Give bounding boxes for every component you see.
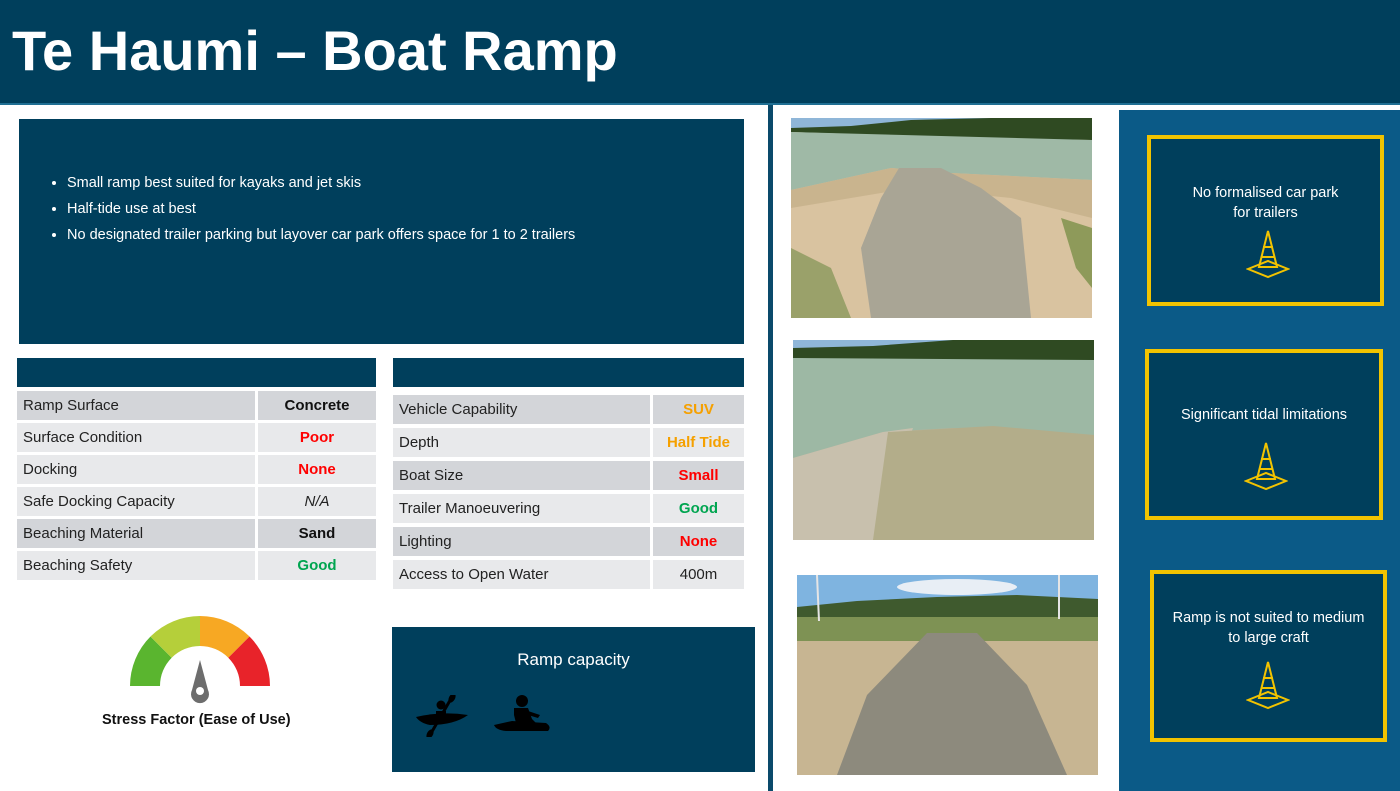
left-table-header (17, 358, 376, 387)
row-label: Docking (17, 455, 255, 484)
row-label: Surface Condition (17, 423, 255, 452)
table-row: Surface Condition Poor (17, 423, 376, 452)
page-header: Te Haumi – Boat Ramp (0, 0, 1400, 105)
ramp-capacity-title: Ramp capacity (517, 650, 630, 669)
table-row: Beaching Safety Good (17, 551, 376, 580)
table-row: Access to Open Water 400m (393, 560, 744, 589)
row-value: None (650, 527, 744, 556)
summary-box: Small ramp best suited for kayaks and je… (19, 119, 744, 344)
row-value: Good (650, 494, 744, 523)
stress-factor-label: Stress Factor (Ease of Use) (102, 712, 291, 728)
row-value: Good (255, 551, 376, 580)
stress-gauge-icon (130, 616, 270, 704)
row-value: 400m (650, 560, 744, 589)
warning-line: to large craft (1228, 630, 1309, 646)
row-label: Lighting (393, 527, 650, 556)
row-value: Poor (255, 423, 376, 452)
row-label: Boat Size (393, 461, 650, 490)
ramp-photo-3 (797, 575, 1098, 775)
row-value: SUV (650, 395, 744, 424)
summary-list: Small ramp best suited for kayaks and je… (19, 175, 744, 243)
warning-line: Ramp is not suited to medium (1172, 610, 1365, 626)
ramp-photo-1 (791, 118, 1092, 318)
ramp-capacity-box: Ramp capacity (392, 627, 755, 772)
table-row: Lighting None (393, 527, 744, 556)
vertical-divider (768, 105, 773, 791)
table-row: Docking None (17, 455, 376, 484)
kayak-icon (416, 695, 468, 737)
jet-ski-icon (494, 695, 550, 731)
row-value: Half Tide (650, 428, 744, 457)
row-label: Safe Docking Capacity (17, 487, 255, 516)
row-label: Beaching Safety (17, 551, 255, 580)
summary-bullet: Small ramp best suited for kayaks and je… (67, 175, 744, 191)
table-row: Boat Size Small (393, 461, 744, 490)
warning-card-2: Significant tidal limitations (1145, 349, 1383, 520)
table-row: Beaching Material Sand (17, 519, 376, 548)
table-row: Safe Docking Capacity N/A (17, 487, 376, 516)
warning-line: Significant tidal limitations (1180, 407, 1348, 423)
traffic-cone-icon (1244, 442, 1288, 491)
traffic-cone-icon (1246, 230, 1290, 279)
traffic-cone-icon (1246, 661, 1290, 710)
summary-bullet: No designated trailer parking but layove… (67, 227, 744, 243)
table-row: Vehicle Capability SUV (393, 395, 744, 424)
table-row: Trailer Manoeuvering Good (393, 494, 744, 523)
row-label: Beaching Material (17, 519, 255, 548)
row-label: Trailer Manoeuvering (393, 494, 650, 523)
warning-line: No formalised car park (1192, 185, 1339, 201)
table-row: Ramp Surface Concrete (17, 391, 376, 420)
right-spec-table: Vehicle Capability SUV Depth Half Tide B… (393, 391, 744, 593)
row-value: Sand (255, 519, 376, 548)
row-value: Small (650, 461, 744, 490)
warning-card-3: Ramp is not suited to medium to large cr… (1150, 570, 1387, 742)
ramp-photo-2 (793, 340, 1094, 540)
row-label: Ramp Surface (17, 391, 255, 420)
row-label: Vehicle Capability (393, 395, 650, 424)
row-label: Depth (393, 428, 650, 457)
summary-bullet: Half-tide use at best (67, 201, 744, 217)
row-value: Concrete (255, 391, 376, 420)
warning-card-1: No formalised car park for trailers (1147, 135, 1384, 306)
row-label: Access to Open Water (393, 560, 650, 589)
right-table-header (393, 358, 744, 387)
warning-line: for trailers (1233, 205, 1298, 221)
table-row: Depth Half Tide (393, 428, 744, 457)
page-title: Te Haumi – Boat Ramp (12, 19, 618, 82)
left-spec-table: Ramp Surface Concrete Surface Condition … (17, 388, 376, 583)
row-value: N/A (255, 487, 376, 516)
row-value: None (255, 455, 376, 484)
